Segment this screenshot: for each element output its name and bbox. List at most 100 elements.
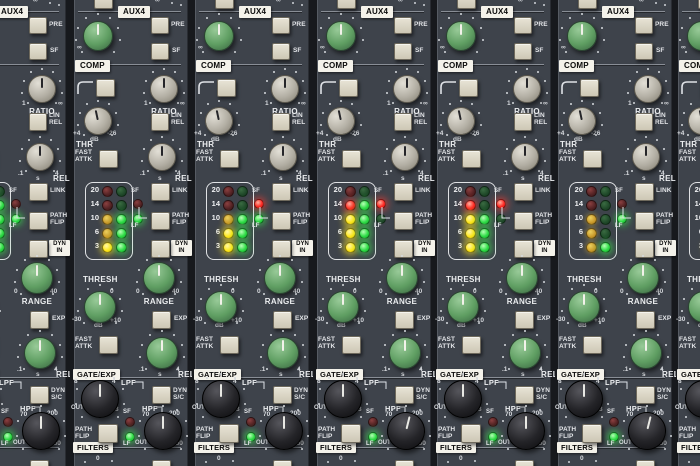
range-knob[interactable] xyxy=(21,262,53,294)
comp-release-knob[interactable] xyxy=(632,143,660,171)
comp-threshold-knob[interactable] xyxy=(84,107,112,135)
lin-rel-button[interactable] xyxy=(394,113,412,131)
exp-button[interactable] xyxy=(273,311,292,329)
dyn-sc-button[interactable] xyxy=(515,386,534,404)
comp-fast-attack-button[interactable] xyxy=(220,150,239,168)
lpf-knob[interactable] xyxy=(444,380,482,418)
path-flip-button[interactable] xyxy=(514,212,533,230)
pre-button[interactable] xyxy=(29,17,47,34)
link-button[interactable] xyxy=(514,183,533,201)
comp-threshold-knob[interactable] xyxy=(205,107,233,135)
exp-button[interactable] xyxy=(515,311,534,329)
gate-release-knob[interactable] xyxy=(509,337,541,369)
comp-threshold-knob[interactable] xyxy=(327,107,355,135)
aux4-send-knob[interactable] xyxy=(446,21,476,51)
prev-section-button[interactable] xyxy=(337,0,356,9)
comp-threshold-knob[interactable] xyxy=(568,107,596,135)
lin-rel-button[interactable] xyxy=(29,113,47,131)
dyn-in-button[interactable] xyxy=(394,240,413,258)
gate-fast-attack-button[interactable] xyxy=(220,336,239,354)
sf-button[interactable] xyxy=(514,43,532,60)
gate-threshold-knob[interactable] xyxy=(205,291,237,323)
next-section-button[interactable] xyxy=(636,460,655,466)
lin-rel-button[interactable] xyxy=(272,113,290,131)
filter-path-flip-button[interactable] xyxy=(219,424,239,443)
link-button[interactable] xyxy=(394,183,413,201)
filter-path-flip-button[interactable] xyxy=(341,424,361,443)
range-knob[interactable] xyxy=(386,262,418,294)
gate-fast-attack-button[interactable] xyxy=(342,336,361,354)
next-section-button[interactable] xyxy=(30,460,49,466)
gate-release-knob[interactable] xyxy=(267,337,299,369)
filter-path-flip-button[interactable] xyxy=(98,424,118,443)
lin-rel-button[interactable] xyxy=(514,113,532,131)
path-flip-button[interactable] xyxy=(29,212,48,230)
aux4-send-knob[interactable] xyxy=(687,21,700,51)
range-knob[interactable] xyxy=(264,262,296,294)
comp-fast-attack-button[interactable] xyxy=(99,150,118,168)
dyn-sc-button[interactable] xyxy=(273,386,292,404)
lpf-knob[interactable] xyxy=(685,380,700,418)
dyn-sc-button[interactable] xyxy=(636,386,655,404)
gate-threshold-knob[interactable] xyxy=(327,291,359,323)
hpf-knob[interactable] xyxy=(387,412,425,450)
path-flip-button[interactable] xyxy=(394,212,413,230)
lpf-knob[interactable] xyxy=(81,380,119,418)
pre-button[interactable] xyxy=(151,17,169,34)
gate-threshold-knob[interactable] xyxy=(688,291,700,323)
path-flip-button[interactable] xyxy=(635,212,654,230)
comp-fast-attack-button[interactable] xyxy=(462,150,481,168)
comp-release-knob[interactable] xyxy=(26,143,54,171)
lpf-knob[interactable] xyxy=(324,380,362,418)
gate-threshold-knob[interactable] xyxy=(568,291,600,323)
comp-knee-button[interactable] xyxy=(217,79,236,97)
comp-release-knob[interactable] xyxy=(391,143,419,171)
range-knob[interactable] xyxy=(506,262,538,294)
link-button[interactable] xyxy=(272,183,291,201)
path-flip-button[interactable] xyxy=(272,212,291,230)
lin-rel-button[interactable] xyxy=(635,113,653,131)
dyn-sc-button[interactable] xyxy=(152,386,171,404)
dyn-in-button[interactable] xyxy=(514,240,533,258)
gate-fast-attack-button[interactable] xyxy=(99,336,118,354)
link-button[interactable] xyxy=(151,183,170,201)
dyn-in-button[interactable] xyxy=(29,240,48,258)
gate-threshold-knob[interactable] xyxy=(447,291,479,323)
comp-release-knob[interactable] xyxy=(269,143,297,171)
sf-button[interactable] xyxy=(394,43,412,60)
ratio-knob[interactable] xyxy=(271,75,299,103)
path-flip-button[interactable] xyxy=(151,212,170,230)
ratio-knob[interactable] xyxy=(150,75,178,103)
gate-release-knob[interactable] xyxy=(630,337,662,369)
pre-button[interactable] xyxy=(635,17,653,34)
comp-knee-button[interactable] xyxy=(339,79,358,97)
comp-knee-button[interactable] xyxy=(459,79,478,97)
link-button[interactable] xyxy=(635,183,654,201)
aux4-send-knob[interactable] xyxy=(204,21,234,51)
hpf-knob[interactable] xyxy=(22,412,60,450)
pre-button[interactable] xyxy=(514,17,532,34)
ratio-knob[interactable] xyxy=(393,75,421,103)
comp-release-knob[interactable] xyxy=(148,143,176,171)
comp-fast-attack-button[interactable] xyxy=(583,150,602,168)
gate-release-knob[interactable] xyxy=(389,337,421,369)
comp-threshold-knob[interactable] xyxy=(688,107,700,135)
prev-section-button[interactable] xyxy=(94,0,113,9)
lin-rel-button[interactable] xyxy=(151,113,169,131)
range-knob[interactable] xyxy=(627,262,659,294)
lpf-knob[interactable] xyxy=(565,380,603,418)
dyn-in-button[interactable] xyxy=(151,240,170,258)
prev-section-button[interactable] xyxy=(215,0,234,9)
link-button[interactable] xyxy=(29,183,48,201)
exp-button[interactable] xyxy=(30,311,49,329)
gate-release-knob[interactable] xyxy=(146,337,178,369)
ratio-knob[interactable] xyxy=(28,75,56,103)
hpf-knob[interactable] xyxy=(507,412,545,450)
gate-fast-attack-button[interactable] xyxy=(583,336,602,354)
aux4-send-knob[interactable] xyxy=(83,21,113,51)
filter-path-flip-button[interactable] xyxy=(582,424,602,443)
prev-section-button[interactable] xyxy=(578,0,597,9)
sf-button[interactable] xyxy=(635,43,653,60)
aux4-send-knob[interactable] xyxy=(567,21,597,51)
comp-knee-button[interactable] xyxy=(96,79,115,97)
